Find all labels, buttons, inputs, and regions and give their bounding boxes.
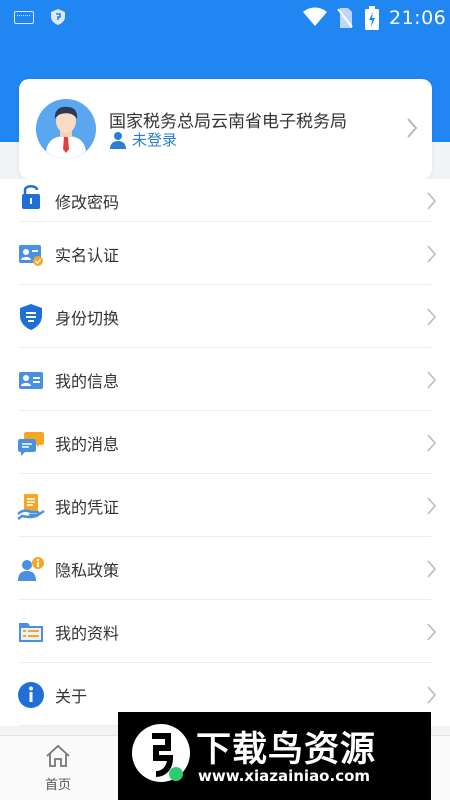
menu-item-label: 我的消息 xyxy=(55,434,120,454)
chevron-right-icon xyxy=(407,118,418,138)
chevron-right-icon xyxy=(427,433,437,452)
menu-item-label: 我的凭证 xyxy=(55,497,120,517)
watermark-logo xyxy=(132,724,190,782)
folder-list-icon xyxy=(19,622,43,642)
menu-item-my-messages[interactable]: 我的消息 xyxy=(0,411,450,474)
wifi-icon xyxy=(303,7,327,26)
login-status[interactable]: 未登录 xyxy=(109,129,177,150)
menu-item-real-name[interactable]: 实名认证 xyxy=(0,222,450,285)
chevron-right-icon xyxy=(427,496,437,515)
chevron-right-icon xyxy=(427,370,437,389)
menu-item-change-password[interactable]: 修改密码 xyxy=(0,179,450,222)
menu-item-my-vouchers[interactable]: 我的凭证 xyxy=(0,474,450,537)
chevron-right-icon xyxy=(427,307,437,326)
menu-item-my-info[interactable]: 我的信息 xyxy=(0,348,450,411)
menu-item-label: 关于 xyxy=(55,686,88,706)
info-icon xyxy=(18,681,44,708)
chat-bubbles-icon xyxy=(18,431,44,456)
menu-item-label: 我的资料 xyxy=(55,623,120,643)
shield-authorize-icon xyxy=(20,303,42,330)
chevron-right-icon xyxy=(427,191,437,210)
shield-icon xyxy=(51,9,65,25)
id-verify-icon xyxy=(19,244,43,266)
watermark-title: 下载鸟资源 xyxy=(196,730,377,770)
status-bar: 21:06 xyxy=(0,0,450,36)
status-time: 21:06 xyxy=(389,7,447,29)
menu-item-switch-identity[interactable]: 身份切换 xyxy=(0,285,450,348)
menu-item-privacy-policy[interactable]: 隐私政策 xyxy=(0,537,450,600)
tab-home[interactable]: 首页 xyxy=(38,744,78,793)
menu-list: 修改密码 实名认证 身份切换 我的信息 我的消息 我的凭证 隐私政策 我的资料 … xyxy=(0,179,450,726)
receipt-hand-icon xyxy=(17,493,45,520)
login-status-label: 未登录 xyxy=(132,131,178,149)
menu-item-label: 实名认证 xyxy=(55,245,120,265)
user-info-icon xyxy=(18,556,44,581)
no-sim-icon xyxy=(337,8,353,28)
battery-charging-icon xyxy=(365,6,379,30)
profile-card[interactable]: 国家税务总局云南省电子税务局 未登录 xyxy=(19,79,432,179)
user-icon xyxy=(110,131,126,149)
avatar xyxy=(36,99,96,159)
home-icon xyxy=(46,744,70,767)
menu-item-my-documents[interactable]: 我的资料 xyxy=(0,600,450,663)
chevron-right-icon xyxy=(427,685,437,704)
chevron-right-icon xyxy=(427,244,437,263)
lock-icon xyxy=(22,185,40,209)
keyboard-icon xyxy=(14,11,34,24)
chevron-right-icon xyxy=(427,622,437,641)
watermark-url: www.xiazainiao.com xyxy=(198,767,371,785)
id-card-icon xyxy=(19,371,43,389)
menu-item-label: 我的信息 xyxy=(55,371,120,391)
chevron-right-icon xyxy=(427,559,437,578)
menu-item-label: 隐私政策 xyxy=(55,560,120,580)
menu-item-label: 修改密码 xyxy=(55,192,120,212)
watermark-banner: 下载鸟资源 www.xiazainiao.com xyxy=(118,712,431,800)
menu-item-label: 身份切换 xyxy=(55,308,120,328)
tab-home-label: 首页 xyxy=(44,778,71,793)
